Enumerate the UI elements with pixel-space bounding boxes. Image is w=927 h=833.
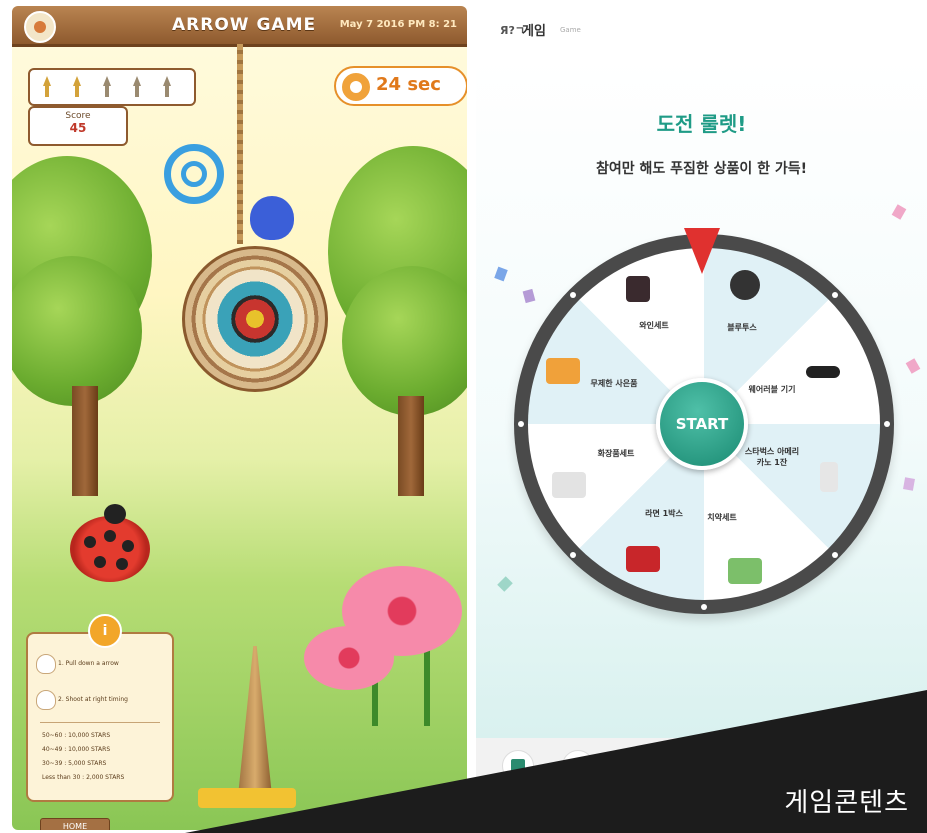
game-clock: May 7 2016 PM 8: 21 [339, 19, 457, 30]
score-value: 45 [69, 121, 87, 135]
prize-label: 스타벅스 아메리카노 1잔 [744, 447, 800, 467]
swirl-icon [164, 144, 224, 204]
page-title: 게임 [522, 24, 546, 39]
arrow-icon [130, 76, 144, 98]
caption-text: 게임콘텐츠 [784, 788, 909, 818]
home-button[interactable]: HOME [40, 818, 110, 830]
arrows-remaining [28, 68, 196, 106]
roulette-headline: 도전 룰렛! [656, 112, 747, 136]
info-icon: i [88, 614, 122, 648]
score-box: Score 45 [28, 106, 128, 146]
archery-target[interactable] [182, 246, 328, 392]
start-button[interactable]: START [656, 378, 748, 470]
arrow-icon [100, 76, 114, 98]
game-title: ARROW GAME [172, 15, 317, 35]
score-tier: 30~39 : 5,000 STARS [42, 760, 107, 767]
hand-tap-icon [36, 690, 56, 710]
ladybug-icon [70, 504, 150, 582]
roulette-subheadline: 참여만 해도 푸짐한 상품이 한 가득! [595, 161, 808, 177]
arrow-icon [40, 76, 54, 98]
timer: 24 sec [334, 66, 467, 106]
left-trunk [72, 386, 98, 496]
right-tree-lower-icon [342, 266, 467, 416]
arrow-launcher[interactable] [238, 646, 272, 796]
prize-label: 라면 1박스 [645, 509, 683, 518]
wine-bottles-icon [626, 276, 650, 302]
roulette-header: Я?ㄱ 게임 Game [476, 0, 927, 59]
left-tree-lower-icon [12, 256, 142, 406]
game-frame: ARROW GAME May 7 2016 PM 8: 21 Score 45 … [12, 6, 467, 830]
app-logo-icon[interactable] [24, 11, 56, 43]
ramen-box-icon [626, 546, 660, 572]
score-tier: 40~49 : 10,000 STARS [42, 746, 111, 753]
prize-label: 와인세트 [639, 321, 669, 330]
coffee-cup-icon [820, 462, 838, 492]
gift-coupon-icon [546, 358, 580, 384]
score-tier: Less than 30 : 2,000 STARS [42, 774, 125, 781]
instruction-step-2: 2. Shoot at right timing [58, 696, 128, 703]
prize-label: 블루투스 [727, 323, 757, 332]
alarm-clock-icon [340, 71, 372, 103]
prize-label: 웨어러블 기기 [748, 385, 796, 394]
pink-flower-icon [304, 626, 394, 690]
arrow-icon [70, 76, 84, 98]
divider [40, 722, 160, 723]
toothpaste-icon [728, 558, 762, 584]
timer-value: 24 sec [376, 74, 441, 95]
cat-character-icon [250, 196, 294, 240]
confetti-icon [903, 477, 915, 491]
prize-label: 치약세트 [707, 513, 737, 522]
right-trunk [398, 396, 424, 496]
game-topbar: ARROW GAME May 7 2016 PM 8: 21 [12, 6, 467, 47]
score-tier: 50~60 : 10,000 STARS [42, 732, 111, 739]
score-label: Score [65, 111, 91, 121]
arrow-icon [160, 76, 174, 98]
wheel-pointer-icon [684, 228, 720, 274]
band-icon [806, 366, 840, 378]
instruction-step-1: 1. Pull down a arrow [58, 660, 119, 667]
cosmetics-icon [552, 472, 586, 498]
launcher-base [198, 788, 296, 808]
page-subtitle: Game [560, 26, 581, 34]
instructions-box: 1. Pull down a arrow 2. Shoot at right t… [26, 632, 174, 802]
prize-label: 화장품세트 [597, 449, 635, 458]
archery-game-screenshot: ARROW GAME May 7 2016 PM 8: 21 Score 45 … [0, 0, 473, 833]
rope [237, 44, 243, 244]
hand-swipe-icon [36, 654, 56, 674]
prize-label: 무제한 사은품 [590, 379, 638, 388]
speaker-icon [730, 270, 760, 300]
